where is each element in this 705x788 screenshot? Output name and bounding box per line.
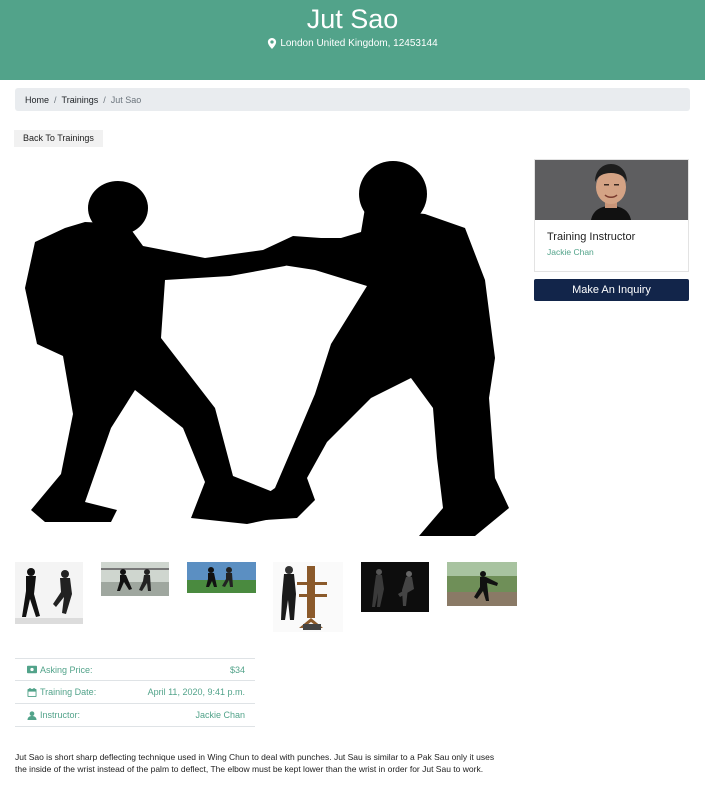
main-training-image: [15, 158, 515, 548]
instructor-label: Instructor:: [40, 710, 81, 720]
detail-row-date: Training Date: April 11, 2020, 9:41 p.m.: [15, 681, 255, 704]
instructor-photo: [535, 160, 688, 220]
user-icon: [27, 710, 37, 720]
money-icon: [27, 665, 37, 674]
training-description: Jut Sao is short sharp deflecting techni…: [15, 752, 495, 774]
breadcrumb-current: Jut Sao: [110, 94, 142, 105]
page-title: Jut Sao: [306, 4, 399, 34]
make-inquiry-button[interactable]: Make An Inquiry: [534, 279, 689, 301]
thumbnail-image[interactable]: [273, 562, 343, 637]
thumbnail-gallery: [15, 562, 525, 632]
page-header: Jut Sao London United Kingdom, 12453144: [0, 0, 705, 80]
back-to-trainings-button[interactable]: Back To Trainings: [14, 130, 103, 147]
thumbnail-image[interactable]: [187, 562, 256, 598]
price-value: $34: [229, 664, 245, 675]
location: London United Kingdom, 12453144: [267, 38, 438, 49]
instructor-value: Jackie Chan: [195, 710, 245, 720]
instructor-card-title: Training Instructor: [547, 231, 636, 243]
breadcrumb-separator: /: [54, 94, 57, 105]
price-label: Asking Price:: [40, 664, 93, 675]
map-marker-icon: [268, 38, 277, 49]
detail-row-price: Asking Price: $34: [15, 658, 255, 681]
instructor-card-name: Jackie Chan: [547, 247, 594, 257]
breadcrumb-separator: /: [103, 94, 106, 105]
thumbnail-image[interactable]: [101, 562, 169, 601]
date-label: Training Date:: [40, 687, 97, 697]
thumbnail-image[interactable]: [15, 562, 83, 629]
breadcrumb-trainings-link[interactable]: Trainings: [62, 95, 99, 105]
thumbnail-image[interactable]: [447, 562, 517, 611]
calendar-icon: [27, 687, 37, 697]
training-details: Asking Price: $34 Training Date: April 1…: [15, 658, 255, 727]
breadcrumb-home-link[interactable]: Home: [25, 95, 49, 105]
detail-row-instructor: Instructor: Jackie Chan: [15, 704, 255, 727]
date-value: April 11, 2020, 9:41 p.m.: [147, 687, 245, 697]
breadcrumb: Home / Trainings / Jut Sao: [15, 88, 690, 111]
thumbnail-image[interactable]: [361, 562, 429, 617]
location-text: London United Kingdom, 12453144: [280, 38, 438, 49]
instructor-card: Training Instructor Jackie Chan: [534, 159, 689, 272]
